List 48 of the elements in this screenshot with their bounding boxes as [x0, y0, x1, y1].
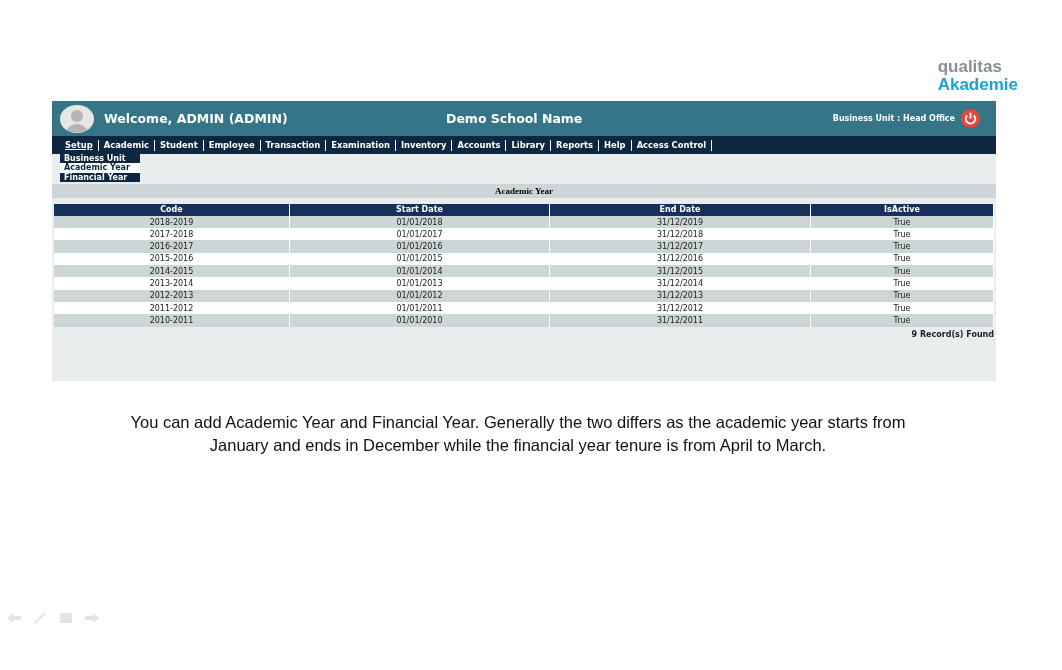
avatar-icon [60, 104, 94, 133]
table-cell: True [810, 277, 994, 290]
menu-icon[interactable] [58, 612, 74, 624]
menu-item[interactable]: Employee [203, 139, 261, 151]
menu-item[interactable]: Library [506, 139, 552, 151]
menu-item[interactable]: Setup [60, 139, 99, 151]
menu-item[interactable]: Transaction [260, 139, 327, 151]
table-cell: 31/12/2017 [549, 240, 811, 253]
table-cell: 2010-2011 [54, 314, 290, 327]
dropdown-item[interactable]: Financial Year [60, 172, 140, 182]
table-cell: 01/01/2010 [289, 314, 550, 327]
school-name: Demo School Name [446, 111, 584, 126]
table-cell: True [810, 240, 994, 253]
back-arrow-icon[interactable] [6, 612, 22, 624]
table-cell: 31/12/2011 [549, 314, 811, 327]
dropdown-item[interactable]: Business Unit [60, 154, 140, 164]
menu-item[interactable]: Inventory [395, 139, 453, 151]
logo: qualitas Akademie [937, 58, 1018, 96]
column-header: End Date [549, 203, 811, 216]
pen-icon[interactable] [32, 612, 48, 624]
table-cell: True [810, 289, 994, 302]
column-header: Code [54, 203, 290, 216]
table-cell: 01/01/2016 [289, 240, 550, 253]
caption-text: You can add Academic Year and Financial Year. Generally the two differs as the academic year starts from January and ends in December while the financial year tenure is from April to March. [129, 412, 907, 456]
table-cell: 31/12/2014 [549, 277, 811, 290]
menu-item[interactable]: Help [599, 139, 632, 151]
panel-title: Academic Year [52, 183, 996, 198]
business-unit-label: Business Unit : Head Office [832, 114, 955, 123]
menu-item[interactable]: Reports [551, 139, 600, 151]
table-cell: 2012-2013 [54, 289, 290, 302]
power-icon[interactable] [961, 109, 980, 128]
column-header: IsActive [810, 203, 994, 216]
menu-item[interactable]: Examination [326, 139, 396, 151]
menu-item[interactable]: Student [155, 139, 204, 151]
menu-item[interactable]: Access Control [631, 139, 713, 151]
table-cell: 31/12/2013 [549, 289, 811, 302]
menu-item[interactable]: Accounts [452, 139, 507, 151]
table-cell: 2016-2017 [54, 240, 290, 253]
record-count: 9 Record(s) Found [911, 329, 994, 339]
forward-arrow-icon[interactable] [84, 612, 100, 624]
welcome-text: Welcome, ADMIN (ADMIN) [104, 111, 289, 126]
table-cell: 2013-2014 [54, 277, 290, 290]
dropdown-item[interactable]: Academic Year [60, 163, 140, 173]
table-cell: 01/01/2012 [289, 289, 550, 302]
table-cell: 01/01/2013 [289, 277, 550, 290]
column-header: Start Date [289, 203, 550, 216]
table-cell: True [810, 314, 994, 327]
menu-item[interactable]: Academic [98, 139, 156, 151]
